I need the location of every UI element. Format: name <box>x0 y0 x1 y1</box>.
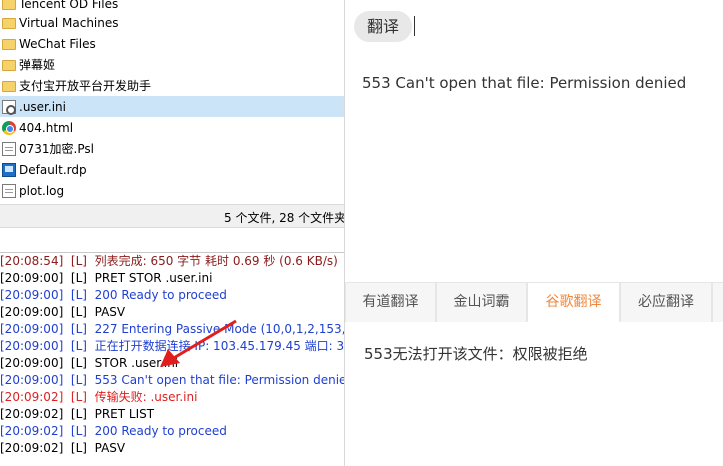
log-row: [20:09:00] [L] 正在打开数据连接 IP: 103.45.179.4… <box>0 338 344 355</box>
ftp-client-pane: Tencent OD Files Virtual Machines WeChat… <box>0 0 344 466</box>
transfer-log[interactable]: [20:08:54] [L] 列表完成: 650 字节 耗时 0.69 秒 (0… <box>0 252 344 466</box>
tab-overflow[interactable] <box>712 282 723 322</box>
file-name: 支付宝开放平台开发助手 <box>19 79 152 93</box>
tab-google[interactable]: 谷歌翻译 <box>527 282 620 322</box>
file-name: .user.ini <box>19 99 66 114</box>
file-name: Default.rdp <box>19 162 87 177</box>
log-type: [L] <box>70 254 87 268</box>
file-row[interactable]: 0731加密.Psl <box>0 138 344 159</box>
tab-youdao[interactable]: 有道翻译 <box>345 282 436 322</box>
log-type: [L] <box>70 424 87 438</box>
file-row[interactable]: 404.html <box>0 117 344 138</box>
file-name: 弹幕姬 <box>19 58 56 72</box>
translation-result[interactable]: 553无法打开该文件：权限被拒绝 <box>364 343 588 364</box>
log-row: [20:09:02] [L] 200 Ready to proceed <box>0 423 227 440</box>
log-time: [20:09:02] <box>0 424 64 438</box>
file-count-text: 5 个文件, 28 个文件夹 <box>224 211 344 225</box>
log-time: [20:09:02] <box>0 441 64 455</box>
log-type: [L] <box>70 305 87 319</box>
log-message: PASV <box>94 305 126 319</box>
log-type: [L] <box>70 373 87 387</box>
log-type: [L] <box>70 288 87 302</box>
folder-icon <box>2 81 16 92</box>
translate-chip[interactable]: 翻译 <box>354 11 412 42</box>
tab-bing[interactable]: 必应翻译 <box>620 282 712 322</box>
log-time: [20:09:00] <box>0 322 64 336</box>
log-message: PRET LIST <box>94 407 155 421</box>
log-message: 列表完成: 650 字节 耗时 0.69 秒 (0.6 KB/s) <box>94 254 338 268</box>
text-file-icon <box>2 183 16 198</box>
remote-desktop-icon <box>2 162 16 177</box>
log-time: [20:08:54] <box>0 254 64 268</box>
log-time: [20:09:00] <box>0 288 64 302</box>
log-message: 227 Entering Passive Mode (10,0,1,2,153,… <box>94 322 344 336</box>
log-time: [20:09:02] <box>0 407 64 421</box>
file-row[interactable]: Virtual Machines <box>0 12 344 33</box>
log-row: [20:09:02] [L] 传输失败: .user.ini <box>0 389 197 406</box>
translator-tabs: 有道翻译 金山词霸 谷歌翻译 必应翻译 <box>345 282 723 322</box>
folder-icon <box>2 18 16 29</box>
log-type: [L] <box>70 390 87 404</box>
folder-icon <box>2 60 16 71</box>
log-row: [20:09:00] [L] 227 Entering Passive Mode… <box>0 321 344 338</box>
folder-icon <box>2 39 16 50</box>
log-type: [L] <box>70 322 87 336</box>
log-row: [20:09:00] [L] 200 Ready to proceed <box>0 287 227 304</box>
log-time: [20:09:00] <box>0 339 64 353</box>
log-message: PRET STOR .user.ini <box>94 271 213 285</box>
file-row[interactable]: WeChat Files <box>0 33 344 54</box>
file-row[interactable]: 弹幕姬 <box>0 54 344 75</box>
document-icon <box>2 141 16 156</box>
file-name: Virtual Machines <box>19 15 119 30</box>
status-bar: 5 个文件, 28 个文件夹 <box>0 204 344 228</box>
file-row-selected[interactable]: .user.ini <box>0 96 344 117</box>
log-message: 200 Ready to proceed <box>94 288 227 302</box>
log-row: [20:09:00] [L] STOR .user.ini <box>0 355 178 372</box>
file-row[interactable]: Default.rdp <box>0 159 344 180</box>
log-message: PASV <box>94 441 126 455</box>
log-time: [20:09:00] <box>0 373 64 387</box>
log-message: 200 Ready to proceed <box>94 424 227 438</box>
log-row: [20:09:00] [L] PRET STOR .user.ini <box>0 270 212 287</box>
log-time: [20:09:02] <box>0 390 64 404</box>
file-name: plot.log <box>19 183 65 198</box>
translator-pane: 翻译 553 Can't open that file: Permission … <box>345 0 723 466</box>
log-message: 传输失败: .user.ini <box>94 390 198 404</box>
config-file-icon <box>2 99 16 115</box>
log-message: STOR .user.ini <box>94 356 179 370</box>
log-time: [20:09:00] <box>0 305 64 319</box>
log-row: [20:09:00] [L] 553 Can't open that file:… <box>0 372 344 389</box>
log-message: 正在打开数据连接 IP: 103.45.179.45 端口: 39171 <box>94 339 344 353</box>
log-type: [L] <box>70 356 87 370</box>
text-cursor <box>414 16 415 36</box>
log-time: [20:09:00] <box>0 356 64 370</box>
log-type: [L] <box>70 339 87 353</box>
log-type: [L] <box>70 441 87 455</box>
log-row: [20:09:00] [L] PASV <box>0 304 125 321</box>
log-row: [20:09:02] [L] PRET LIST <box>0 406 154 423</box>
folder-icon <box>2 0 16 10</box>
log-row: [20:08:54] [L] 列表完成: 650 字节 耗时 0.69 秒 (0… <box>0 253 338 270</box>
file-name: WeChat Files <box>19 36 96 51</box>
file-name: 0731加密.Psl <box>19 142 94 156</box>
chrome-html-icon <box>2 120 16 135</box>
log-time: [20:09:00] <box>0 271 64 285</box>
file-list: Tencent OD Files Virtual Machines WeChat… <box>0 0 344 204</box>
file-row[interactable]: plot.log <box>0 180 344 201</box>
file-name: 404.html <box>19 120 74 135</box>
file-name: Tencent OD Files <box>19 0 119 11</box>
log-message: 553 Can't open that file: Permission den… <box>94 373 344 387</box>
log-type: [L] <box>70 271 87 285</box>
log-type: [L] <box>70 407 87 421</box>
log-row: [20:09:02] [L] PASV <box>0 440 125 457</box>
file-row[interactable]: 支付宝开放平台开发助手 <box>0 75 344 96</box>
source-text[interactable]: 553 Can't open that file: Permission den… <box>362 74 686 92</box>
tab-jinshan[interactable]: 金山词霸 <box>436 282 527 322</box>
